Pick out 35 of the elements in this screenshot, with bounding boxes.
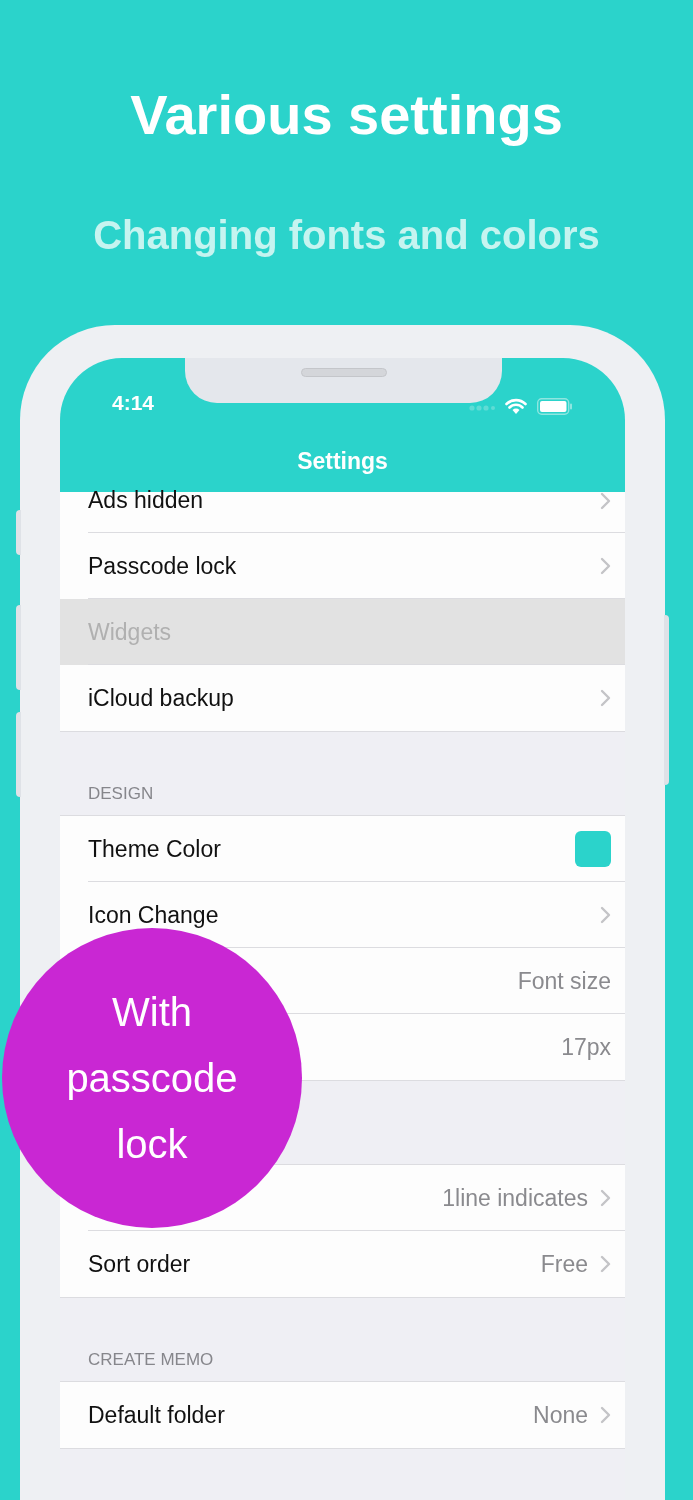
section-header: DESIGN — [88, 784, 154, 804]
row-label: Theme Color — [88, 835, 221, 863]
settings-row[interactable]: Ads hidden — [60, 492, 625, 533]
row-label: Sort order — [88, 1250, 191, 1278]
subheadline: Changing fonts and colors — [93, 212, 600, 259]
status-time: 4:14 — [112, 391, 155, 415]
settings-row[interactable]: Sort order Free — [60, 1231, 625, 1297]
row-label: Passcode lock — [88, 552, 237, 580]
chevron-icon — [600, 1255, 611, 1273]
row-value: Free — [540, 1250, 588, 1278]
settings-row[interactable]: Passcode lock — [60, 533, 625, 599]
settings-row[interactable]: Icon Change — [60, 882, 625, 948]
settings-row[interactable]: Theme Color — [60, 816, 625, 882]
chevron-icon — [600, 1189, 611, 1207]
headline: Various settings — [130, 82, 563, 147]
wifi-icon — [505, 398, 527, 415]
row-value: 17px — [561, 1033, 611, 1061]
color-swatch[interactable] — [575, 831, 611, 867]
signal-icon — [469, 405, 495, 411]
row-label: iCloud backup — [88, 684, 234, 712]
chevron-icon — [600, 492, 611, 510]
row-label: Default folder — [88, 1401, 225, 1429]
row-value: Font size — [517, 967, 611, 995]
chevron-icon — [600, 557, 611, 575]
settings-row[interactable]: iCloud backup — [60, 665, 625, 731]
row-label: Icon Change — [88, 901, 219, 929]
section-header: CREATE MEMO — [88, 1350, 214, 1370]
settings-row[interactable]: Default folder None — [60, 1382, 625, 1448]
chevron-icon — [600, 689, 611, 707]
chevron-icon — [600, 906, 611, 924]
chevron-icon — [600, 1406, 611, 1424]
row-value: None — [533, 1401, 588, 1429]
row-value: 1line indicates — [442, 1184, 588, 1212]
battery-icon — [537, 398, 573, 415]
nav-title: Settings — [297, 446, 388, 476]
